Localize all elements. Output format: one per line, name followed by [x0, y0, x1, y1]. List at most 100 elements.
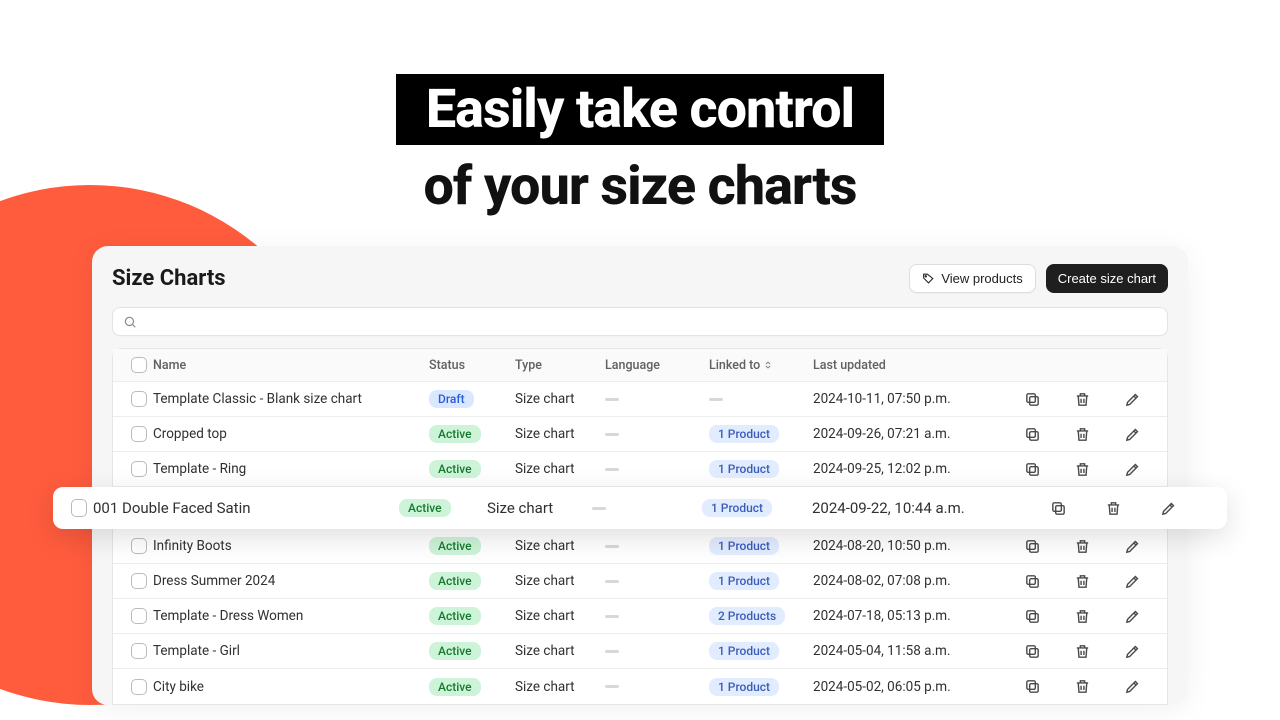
language-empty: [605, 545, 619, 548]
row-checkbox[interactable]: [131, 573, 147, 589]
language-empty: [605, 580, 619, 583]
row-checkbox[interactable]: [131, 608, 147, 624]
row-name: Infinity Boots: [153, 530, 423, 562]
row-checkbox[interactable]: [131, 461, 147, 477]
edit-button[interactable]: [1107, 530, 1157, 563]
edit-button[interactable]: [1107, 670, 1157, 703]
row-type: Size chart: [509, 453, 599, 485]
status-badge: Active: [429, 642, 481, 660]
linked-badge: 1 Product: [709, 642, 779, 660]
row-updated: 2024-05-04, 11:58 a.m.: [807, 635, 1007, 667]
row-updated: 2024-08-02, 07:08 p.m.: [807, 565, 1007, 597]
row-checkbox[interactable]: [131, 643, 147, 659]
edit-button[interactable]: [1107, 383, 1157, 416]
table-row-highlight[interactable]: 001 Double Faced Satin Active Size chart…: [53, 487, 1227, 529]
row-updated: 2024-08-20, 10:50 p.m.: [807, 530, 1007, 562]
status-badge: Active: [429, 537, 481, 555]
status-badge: Active: [429, 678, 481, 696]
create-size-chart-label: Create size chart: [1058, 271, 1156, 286]
linked-empty: [709, 398, 723, 401]
status-badge: Active: [429, 572, 481, 590]
row-updated: 2024-09-26, 07:21 a.m.: [807, 418, 1007, 450]
edit-button[interactable]: [1107, 565, 1157, 598]
duplicate-button[interactable]: [1007, 600, 1057, 633]
delete-button[interactable]: [1057, 635, 1107, 668]
edit-button[interactable]: [1107, 418, 1157, 451]
table-row[interactable]: Dress Summer 2024 Active Size chart 1 Pr…: [113, 564, 1167, 599]
row-name: Template - Girl: [153, 635, 423, 667]
duplicate-button[interactable]: [1031, 492, 1086, 525]
table-row[interactable]: Cropped top Active Size chart 1 Product …: [113, 417, 1167, 452]
row-type: Size chart: [509, 383, 599, 415]
row-checkbox[interactable]: [71, 499, 87, 517]
row-updated: 2024-07-18, 05:13 p.m.: [807, 600, 1007, 632]
row-checkbox[interactable]: [131, 538, 147, 554]
edit-button[interactable]: [1107, 453, 1157, 486]
row-updated: 2024-09-25, 12:02 p.m.: [807, 453, 1007, 485]
col-status: Status: [423, 350, 509, 381]
duplicate-button[interactable]: [1007, 565, 1057, 598]
row-updated: 2024-05-02, 06:05 p.m.: [807, 671, 1007, 703]
duplicate-button[interactable]: [1007, 530, 1057, 563]
row-type: Size chart: [509, 671, 599, 703]
delete-button[interactable]: [1057, 383, 1107, 416]
size-charts-table: Name Status Type Language Linked to Last…: [112, 348, 1168, 705]
duplicate-button[interactable]: [1007, 670, 1057, 703]
row-checkbox[interactable]: [131, 679, 147, 695]
language-empty: [605, 685, 619, 688]
search-input-wrap[interactable]: [112, 307, 1168, 336]
delete-button[interactable]: [1086, 492, 1141, 525]
row-name: Template - Ring: [153, 453, 423, 485]
status-badge: Draft: [429, 390, 474, 408]
hero-line-1: Easily take control: [396, 74, 884, 145]
language-empty: [605, 650, 619, 653]
view-products-label: View products: [941, 271, 1022, 286]
language-empty: [605, 433, 619, 436]
delete-button[interactable]: [1057, 670, 1107, 703]
duplicate-button[interactable]: [1007, 418, 1057, 451]
tag-icon: [922, 272, 935, 285]
select-all-checkbox[interactable]: [131, 357, 147, 373]
table-row[interactable]: Template - Ring Active Size chart 1 Prod…: [113, 452, 1167, 487]
linked-badge: 1 Product: [709, 425, 779, 443]
hero-line-2: of your size charts: [0, 155, 1280, 218]
row-checkbox[interactable]: [131, 391, 147, 407]
row-type: Size chart: [509, 565, 599, 597]
row-updated: 2024-10-11, 07:50 p.m.: [807, 383, 1007, 415]
duplicate-button[interactable]: [1007, 453, 1057, 486]
linked-badge: 1 Product: [709, 460, 779, 478]
edit-button[interactable]: [1107, 600, 1157, 633]
table-row[interactable]: Infinity Boots Active Size chart 1 Produ…: [113, 529, 1167, 564]
col-linked-to[interactable]: Linked to: [703, 350, 807, 381]
row-type: Size chart: [509, 600, 599, 632]
delete-button[interactable]: [1057, 565, 1107, 598]
delete-button[interactable]: [1057, 418, 1107, 451]
duplicate-button[interactable]: [1007, 635, 1057, 668]
delete-button[interactable]: [1057, 600, 1107, 633]
linked-badge: 1 Product: [702, 499, 772, 517]
row-name: Template Classic - Blank size chart: [153, 383, 423, 415]
status-badge: Active: [429, 425, 481, 443]
table-row[interactable]: Template Classic - Blank size chart Draf…: [113, 382, 1167, 417]
sort-icon: [763, 360, 773, 370]
create-size-chart-button[interactable]: Create size chart: [1046, 264, 1168, 293]
status-badge: Active: [429, 607, 481, 625]
delete-button[interactable]: [1057, 530, 1107, 563]
search-input[interactable]: [137, 314, 1157, 329]
edit-button[interactable]: [1141, 492, 1196, 525]
table-row[interactable]: Template - Girl Active Size chart 1 Prod…: [113, 634, 1167, 669]
col-last-updated: Last updated: [807, 350, 1007, 381]
row-name: 001 Double Faced Satin: [93, 491, 393, 525]
table-row[interactable]: Template - Dress Women Active Size chart…: [113, 599, 1167, 634]
col-language: Language: [599, 350, 703, 381]
language-empty: [605, 398, 619, 401]
delete-button[interactable]: [1057, 453, 1107, 486]
col-name: Name: [153, 350, 423, 381]
row-checkbox[interactable]: [131, 426, 147, 442]
duplicate-button[interactable]: [1007, 383, 1057, 416]
table-row[interactable]: City bike Active Size chart 1 Product 20…: [113, 669, 1167, 704]
view-products-button[interactable]: View products: [909, 264, 1035, 293]
edit-button[interactable]: [1107, 635, 1157, 668]
language-empty: [592, 507, 606, 510]
panel-title: Size Charts: [112, 266, 226, 291]
